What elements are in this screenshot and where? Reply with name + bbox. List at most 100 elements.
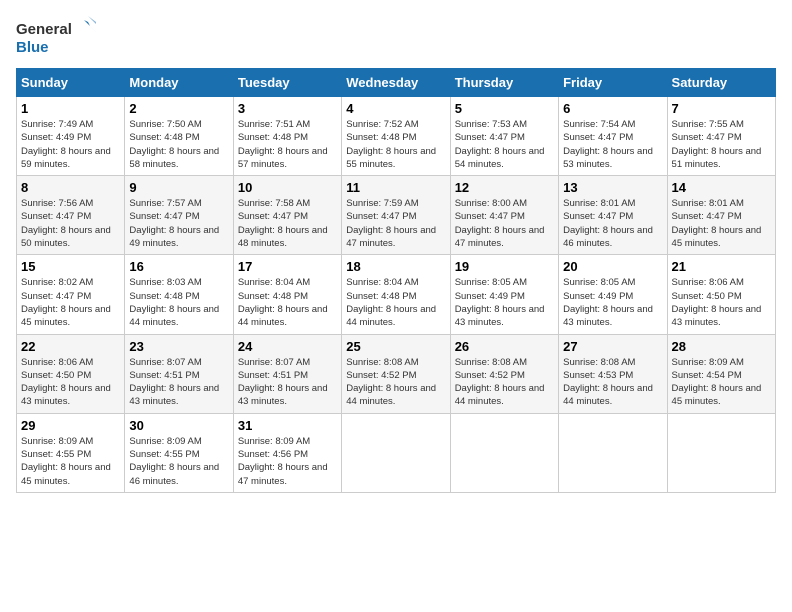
calendar-cell: 24 Sunrise: 8:07 AMSunset: 4:51 PMDayligh… xyxy=(233,334,341,413)
day-info: Sunrise: 7:56 AMSunset: 4:47 PMDaylight:… xyxy=(21,197,120,250)
calendar-cell xyxy=(450,413,558,492)
weekday-header: Saturday xyxy=(667,69,775,97)
day-number: 21 xyxy=(672,259,771,274)
day-info: Sunrise: 7:55 AMSunset: 4:47 PMDaylight:… xyxy=(672,118,771,171)
day-info: Sunrise: 8:04 AMSunset: 4:48 PMDaylight:… xyxy=(346,276,445,329)
day-info: Sunrise: 7:53 AMSunset: 4:47 PMDaylight:… xyxy=(455,118,554,171)
day-number: 22 xyxy=(21,339,120,354)
calendar-cell: 18Sunrise: 8:04 AMSunset: 4:48 PMDayligh… xyxy=(342,255,450,334)
calendar-cell: 5Sunrise: 7:53 AMSunset: 4:47 PMDaylight… xyxy=(450,97,558,176)
calendar-cell: 17 Sunrise: 8:04 AMSunset: 4:48 PMDayligh… xyxy=(233,255,341,334)
day-number: 7 xyxy=(672,101,771,116)
calendar-cell: 14 Sunrise: 8:01 AMSunset: 4:47 PMDayligh… xyxy=(667,176,775,255)
day-number: 26 xyxy=(455,339,554,354)
day-info: Sunrise: 8:03 AMSunset: 4:48 PMDaylight:… xyxy=(129,276,228,329)
day-number: 13 xyxy=(563,180,662,195)
day-info: Sunrise: 8:09 AMSunset: 4:55 PMDaylight:… xyxy=(21,435,120,488)
calendar-cell: 2 Sunrise: 7:50 AMSunset: 4:48 PMDaylight… xyxy=(125,97,233,176)
day-info: Sunrise: 7:57 AMSunset: 4:47 PMDaylight:… xyxy=(129,197,228,250)
day-number: 3 xyxy=(238,101,337,116)
day-number: 2 xyxy=(129,101,228,116)
calendar-cell: 4 Sunrise: 7:52 AMSunset: 4:48 PMDaylight… xyxy=(342,97,450,176)
weekday-header: Monday xyxy=(125,69,233,97)
day-number: 17 xyxy=(238,259,337,274)
calendar-cell: 13 Sunrise: 8:01 AMSunset: 4:47 PMDayligh… xyxy=(559,176,667,255)
day-info: Sunrise: 8:07 AMSunset: 4:51 PMDaylight:… xyxy=(238,356,337,409)
day-info: Sunrise: 8:05 AMSunset: 4:49 PMDaylight:… xyxy=(563,276,662,329)
day-info: Sunrise: 7:58 AMSunset: 4:47 PMDaylight:… xyxy=(238,197,337,250)
day-info: Sunrise: 8:05 AMSunset: 4:49 PMDaylight:… xyxy=(455,276,554,329)
svg-text:General: General xyxy=(16,21,72,38)
day-number: 24 xyxy=(238,339,337,354)
day-info: Sunrise: 8:04 AMSunset: 4:48 PMDaylight:… xyxy=(238,276,337,329)
day-info: Sunrise: 8:08 AMSunset: 4:52 PMDaylight:… xyxy=(346,356,445,409)
calendar-cell: 30 Sunrise: 8:09 AMSunset: 4:55 PMDayligh… xyxy=(125,413,233,492)
weekday-header: Tuesday xyxy=(233,69,341,97)
logo: General Blue xyxy=(16,16,96,60)
day-number: 14 xyxy=(672,180,771,195)
day-number: 29 xyxy=(21,418,120,433)
day-info: Sunrise: 8:07 AMSunset: 4:51 PMDaylight:… xyxy=(129,356,228,409)
calendar-cell: 10 Sunrise: 7:58 AMSunset: 4:47 PMDayligh… xyxy=(233,176,341,255)
day-info: Sunrise: 8:06 AMSunset: 4:50 PMDaylight:… xyxy=(672,276,771,329)
day-number: 28 xyxy=(672,339,771,354)
day-info: Sunrise: 7:52 AMSunset: 4:48 PMDaylight:… xyxy=(346,118,445,171)
day-number: 9 xyxy=(129,180,228,195)
calendar-cell: 15Sunrise: 8:02 AMSunset: 4:47 PMDayligh… xyxy=(17,255,125,334)
calendar-cell: 8 Sunrise: 7:56 AMSunset: 4:47 PMDaylight… xyxy=(17,176,125,255)
calendar-week-row: 22Sunrise: 8:06 AMSunset: 4:50 PMDayligh… xyxy=(17,334,776,413)
calendar-cell: 12 Sunrise: 8:00 AMSunset: 4:47 PMDayligh… xyxy=(450,176,558,255)
day-info: Sunrise: 7:49 AMSunset: 4:49 PMDaylight:… xyxy=(21,118,120,171)
day-info: Sunrise: 7:59 AMSunset: 4:47 PMDaylight:… xyxy=(346,197,445,250)
day-info: Sunrise: 8:08 AMSunset: 4:53 PMDaylight:… xyxy=(563,356,662,409)
day-info: Sunrise: 7:51 AMSunset: 4:48 PMDaylight:… xyxy=(238,118,337,171)
calendar-cell: 29 Sunrise: 8:09 AMSunset: 4:55 PMDayligh… xyxy=(17,413,125,492)
day-info: Sunrise: 8:01 AMSunset: 4:47 PMDaylight:… xyxy=(672,197,771,250)
day-number: 19 xyxy=(455,259,554,274)
calendar-cell: 1 Sunrise: 7:49 AMSunset: 4:49 PMDaylight… xyxy=(17,97,125,176)
calendar-cell: 20 Sunrise: 8:05 AMSunset: 4:49 PMDayligh… xyxy=(559,255,667,334)
calendar-cell xyxy=(342,413,450,492)
weekday-row: SundayMondayTuesdayWednesdayThursdayFrid… xyxy=(17,69,776,97)
day-number: 1 xyxy=(21,101,120,116)
day-number: 20 xyxy=(563,259,662,274)
day-info: Sunrise: 8:01 AMSunset: 4:47 PMDaylight:… xyxy=(563,197,662,250)
day-number: 12 xyxy=(455,180,554,195)
calendar-cell: 16 Sunrise: 8:03 AMSunset: 4:48 PMDayligh… xyxy=(125,255,233,334)
logo-svg: General Blue xyxy=(16,16,96,60)
calendar-week-row: 1 Sunrise: 7:49 AMSunset: 4:49 PMDaylight… xyxy=(17,97,776,176)
calendar-week-row: 8 Sunrise: 7:56 AMSunset: 4:47 PMDaylight… xyxy=(17,176,776,255)
calendar-cell: 11Sunrise: 7:59 AMSunset: 4:47 PMDayligh… xyxy=(342,176,450,255)
calendar-body: 1 Sunrise: 7:49 AMSunset: 4:49 PMDaylight… xyxy=(17,97,776,493)
calendar-cell: 21 Sunrise: 8:06 AMSunset: 4:50 PMDayligh… xyxy=(667,255,775,334)
calendar-cell: 23 Sunrise: 8:07 AMSunset: 4:51 PMDayligh… xyxy=(125,334,233,413)
day-info: Sunrise: 8:09 AMSunset: 4:55 PMDaylight:… xyxy=(129,435,228,488)
calendar-cell: 31Sunrise: 8:09 AMSunset: 4:56 PMDayligh… xyxy=(233,413,341,492)
day-info: Sunrise: 7:50 AMSunset: 4:48 PMDaylight:… xyxy=(129,118,228,171)
svg-text:Blue: Blue xyxy=(16,39,49,56)
day-number: 8 xyxy=(21,180,120,195)
calendar-cell: 22Sunrise: 8:06 AMSunset: 4:50 PMDayligh… xyxy=(17,334,125,413)
calendar-cell: 9 Sunrise: 7:57 AMSunset: 4:47 PMDaylight… xyxy=(125,176,233,255)
header: General Blue xyxy=(16,16,776,60)
day-number: 23 xyxy=(129,339,228,354)
calendar-week-row: 29 Sunrise: 8:09 AMSunset: 4:55 PMDayligh… xyxy=(17,413,776,492)
day-info: Sunrise: 7:54 AMSunset: 4:47 PMDaylight:… xyxy=(563,118,662,171)
calendar-cell: 6Sunrise: 7:54 AMSunset: 4:47 PMDaylight… xyxy=(559,97,667,176)
calendar-cell xyxy=(667,413,775,492)
weekday-header: Friday xyxy=(559,69,667,97)
day-number: 30 xyxy=(129,418,228,433)
day-number: 4 xyxy=(346,101,445,116)
calendar-cell: 26 Sunrise: 8:08 AMSunset: 4:52 PMDayligh… xyxy=(450,334,558,413)
day-number: 16 xyxy=(129,259,228,274)
calendar-table: SundayMondayTuesdayWednesdayThursdayFrid… xyxy=(16,68,776,493)
weekday-header: Wednesday xyxy=(342,69,450,97)
day-info: Sunrise: 8:08 AMSunset: 4:52 PMDaylight:… xyxy=(455,356,554,409)
calendar-week-row: 15Sunrise: 8:02 AMSunset: 4:47 PMDayligh… xyxy=(17,255,776,334)
calendar-cell: 3 Sunrise: 7:51 AMSunset: 4:48 PMDaylight… xyxy=(233,97,341,176)
day-number: 10 xyxy=(238,180,337,195)
day-info: Sunrise: 8:00 AMSunset: 4:47 PMDaylight:… xyxy=(455,197,554,250)
calendar-cell xyxy=(559,413,667,492)
weekday-header: Sunday xyxy=(17,69,125,97)
calendar-header: SundayMondayTuesdayWednesdayThursdayFrid… xyxy=(17,69,776,97)
